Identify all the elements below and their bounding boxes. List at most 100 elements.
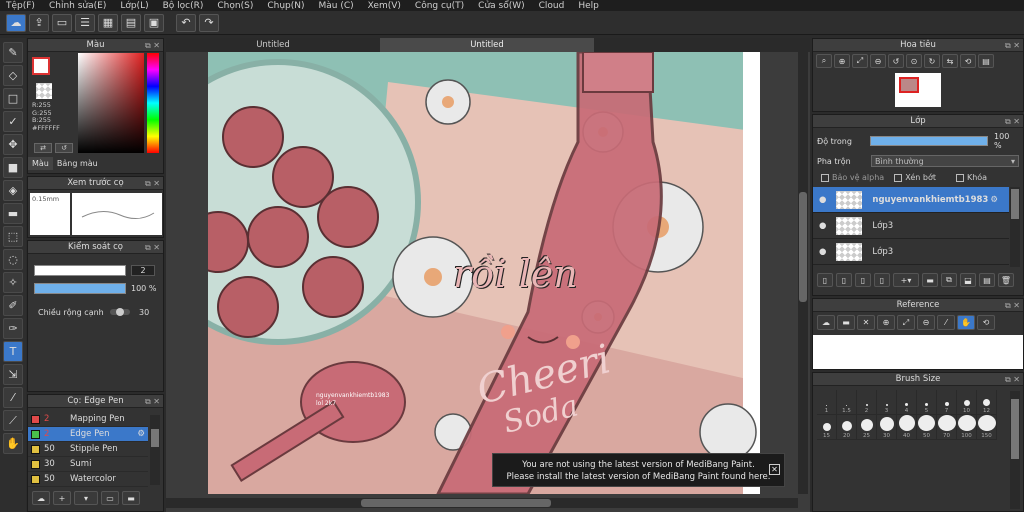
panel-window-icons[interactable]: ⧉ ✕ xyxy=(1005,373,1020,386)
navigator-view-rect[interactable] xyxy=(899,77,919,93)
brush-size-cell[interactable]: 1 xyxy=(817,390,837,415)
swap-colors-icon[interactable]: ⇄ xyxy=(34,143,52,153)
panel-window-icons[interactable]: ⧉ ✕ xyxy=(145,241,160,254)
reset-view-icon[interactable]: ⟲ xyxy=(977,315,995,330)
layer-row-selected[interactable]: ● nguyenvankhiemtb1983 ⚙ xyxy=(813,187,1009,213)
brush-size-cell[interactable]: 50 xyxy=(917,415,937,440)
tab-document-1[interactable]: Untitled xyxy=(166,38,380,52)
delete-layer-icon[interactable]: 🗑 xyxy=(998,273,1014,287)
dropper-icon[interactable]: ⁄ xyxy=(937,315,955,330)
eraser-tool-icon[interactable]: ◇ xyxy=(3,65,23,86)
canvas-horizontal-scrollbar[interactable] xyxy=(166,498,798,508)
rect-tool-icon[interactable]: □ xyxy=(3,88,23,109)
brush-item[interactable]: 30 Sumi xyxy=(28,457,148,472)
brush-item[interactable]: 2 Mapping Pen xyxy=(28,412,148,427)
menu-window[interactable]: Cửa sổ(W) xyxy=(478,1,524,11)
redo-icon[interactable]: ↷ xyxy=(199,13,219,32)
select-pen-tool-icon[interactable]: ✐ xyxy=(3,295,23,316)
layer-list-scrollbar[interactable] xyxy=(1010,187,1020,267)
lock-checkbox[interactable] xyxy=(955,173,964,182)
blend-mode-select[interactable]: Bình thường ▾ xyxy=(871,155,1019,167)
canvas-vertical-scrollbar[interactable] xyxy=(798,52,808,494)
brush-menu-icon[interactable]: ▾ xyxy=(74,491,98,505)
brush-size-cell[interactable]: 3 xyxy=(877,390,897,415)
tiles-icon[interactable]: ▤ xyxy=(121,13,141,32)
open-folder-icon[interactable]: ▬ xyxy=(837,315,855,330)
flip-icon[interactable]: ⇆ xyxy=(942,54,958,68)
layer-opacity-slider[interactable] xyxy=(870,136,989,146)
zoom-out-icon[interactable]: ⊖ xyxy=(870,54,886,68)
brush-size-cell[interactable]: 7 xyxy=(937,390,957,415)
new-layer-icon[interactable]: ▯ xyxy=(817,273,833,287)
reset-view-icon[interactable]: ⟲ xyxy=(960,54,976,68)
bucket-tool-icon[interactable]: ◈ xyxy=(3,180,23,201)
background-color-swatch[interactable] xyxy=(36,83,52,99)
zoom-in-icon[interactable]: ⊕ xyxy=(834,54,850,68)
rotate-right-icon[interactable]: ↻ xyxy=(924,54,940,68)
magic-wand-tool-icon[interactable]: ✧ xyxy=(3,272,23,293)
dropper-tool-icon[interactable]: ⁄ xyxy=(3,387,23,408)
brush-size-cell[interactable]: 100 xyxy=(957,415,977,440)
tab-document-2[interactable]: Untitled xyxy=(380,38,594,52)
brush-size-cell[interactable]: 25 xyxy=(857,415,877,440)
panel-window-icons[interactable]: ⧉ ✕ xyxy=(145,177,160,190)
panel-window-icons[interactable]: ⧉ ✕ xyxy=(1005,299,1020,312)
reference-image-area[interactable] xyxy=(813,335,1023,369)
tab-color[interactable]: Màu xyxy=(28,157,53,170)
grid-icon[interactable]: ▦ xyxy=(98,13,118,32)
menu-cloud[interactable]: Cloud xyxy=(539,1,565,11)
eye-icon[interactable]: ● xyxy=(819,221,826,231)
close-icon[interactable]: ✕ xyxy=(857,315,875,330)
menu-help[interactable]: Help xyxy=(578,1,599,11)
add-brush-icon[interactable]: + xyxy=(53,491,71,505)
foreground-color-swatch[interactable] xyxy=(32,57,50,75)
brush-size-cell[interactable]: 150 xyxy=(977,415,997,440)
brush-size-cell[interactable]: 5 xyxy=(917,390,937,415)
eye-icon[interactable]: ● xyxy=(819,247,826,257)
comment-list-icon[interactable]: ☰ xyxy=(75,13,95,32)
zoom-icon[interactable]: ⌕ xyxy=(816,54,832,68)
rotate-reset-icon[interactable]: ⊙ xyxy=(906,54,922,68)
brush-size-cell[interactable]: 4 xyxy=(897,390,917,415)
panel-window-icons[interactable]: ⧉ ✕ xyxy=(1005,115,1020,128)
cloud-brush-icon[interactable]: ☁ xyxy=(32,491,50,505)
alpha-protect-checkbox[interactable] xyxy=(821,173,829,182)
panel-window-icons[interactable]: ⧉ ✕ xyxy=(145,395,160,408)
layer-row[interactable]: ● Lớp3 xyxy=(813,213,1009,239)
zoom-in-icon[interactable]: ⊕ xyxy=(877,315,895,330)
comment-icon[interactable]: ▭ xyxy=(52,13,72,32)
brush-size-value[interactable]: 2 xyxy=(131,265,155,276)
brush-item-selected[interactable]: 2 Edge Pen ⚙ xyxy=(28,427,148,442)
clipping-checkbox[interactable] xyxy=(894,173,903,182)
operation-tool-icon[interactable]: ⇲ xyxy=(3,364,23,385)
brush-size-cell[interactable]: 2 xyxy=(857,390,877,415)
gear-icon[interactable]: ⚙ xyxy=(137,429,145,439)
merge-layer-icon[interactable]: ⬓ xyxy=(960,273,976,287)
layer-folder-icon[interactable]: ▬ xyxy=(922,273,938,287)
brush-size-cell[interactable]: 20 xyxy=(837,415,857,440)
undo-icon[interactable]: ↶ xyxy=(176,13,196,32)
zoom-out-icon[interactable]: ⊖ xyxy=(917,315,935,330)
navigator-settings-icon[interactable]: ▤ xyxy=(978,54,994,68)
navigator-thumbnail[interactable] xyxy=(895,73,941,107)
eye-icon[interactable]: ● xyxy=(819,195,826,205)
menu-select[interactable]: Chọn(S) xyxy=(217,1,253,11)
gear-icon[interactable]: ⚙ xyxy=(990,195,998,205)
brush-size-cell[interactable]: 1.5 xyxy=(837,390,857,415)
brush-item[interactable]: 50 Watercolor xyxy=(28,472,148,487)
menu-file[interactable]: Tệp(F) xyxy=(6,1,35,11)
menu-capture[interactable]: Chụp(N) xyxy=(267,1,304,11)
menu-layer[interactable]: Lớp(L) xyxy=(120,1,148,11)
brush-folder-icon[interactable]: ▬ xyxy=(122,491,140,505)
menu-color[interactable]: Màu (C) xyxy=(319,1,354,11)
rotate-left-icon[interactable]: ↺ xyxy=(888,54,904,68)
menu-edit[interactable]: Chỉnh sửa(E) xyxy=(49,1,106,11)
hue-slider[interactable] xyxy=(147,53,159,153)
new-8bit-layer-icon[interactable]: ▯ xyxy=(855,273,871,287)
brush-size-cell[interactable]: 10 xyxy=(957,390,977,415)
add-layer-menu-icon[interactable]: +▾ xyxy=(893,273,919,287)
export-icon[interactable]: ⇪ xyxy=(29,13,49,32)
brush-size-cell[interactable]: 15 xyxy=(817,415,837,440)
new-1bit-layer-icon[interactable]: ▯ xyxy=(874,273,890,287)
brush-opacity-slider[interactable] xyxy=(34,283,126,294)
